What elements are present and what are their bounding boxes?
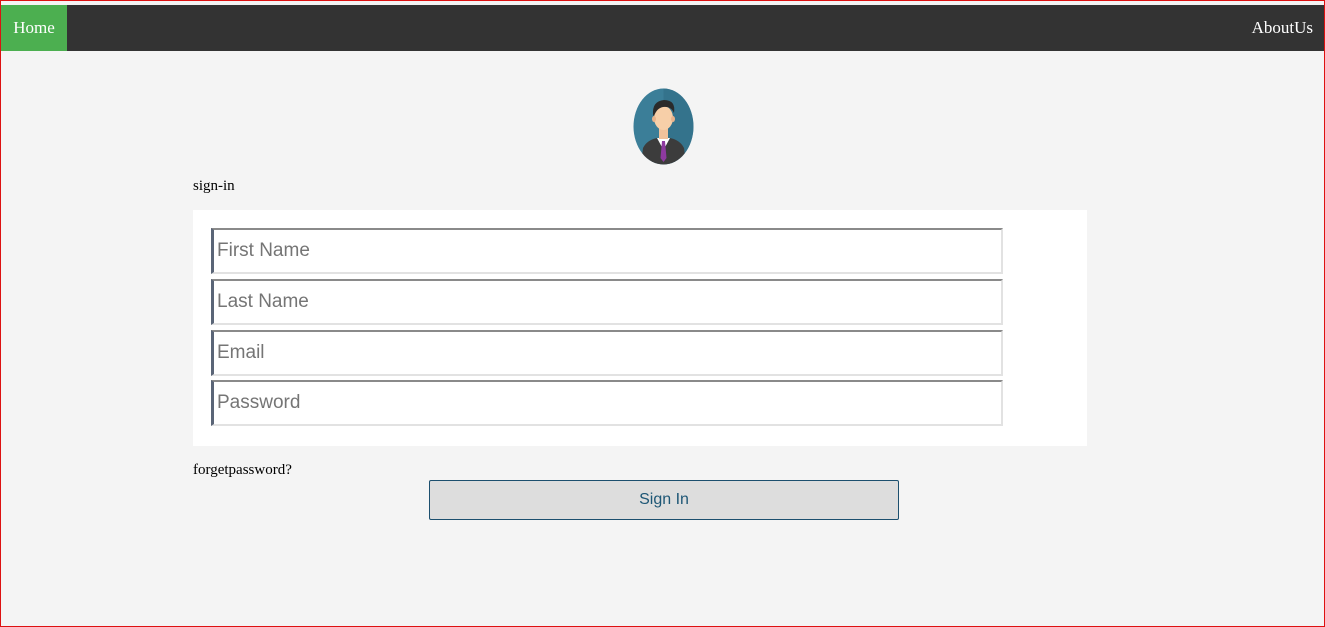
first-name-input[interactable] bbox=[211, 228, 1003, 274]
nav-about-link[interactable]: AboutUs bbox=[1252, 5, 1313, 51]
page-frame: Home AboutUs sign-in First Name Last Nam… bbox=[0, 0, 1325, 627]
signin-form-panel bbox=[193, 210, 1087, 446]
password-input[interactable] bbox=[211, 380, 1003, 426]
forgot-password-link[interactable]: forgetpassword? bbox=[193, 462, 292, 479]
email-input[interactable] bbox=[211, 330, 1003, 376]
nav-home-link[interactable]: Home bbox=[1, 5, 67, 51]
sign-in-button[interactable]: Sign In bbox=[429, 480, 899, 520]
user-avatar-icon bbox=[633, 88, 694, 165]
top-navbar: Home AboutUs bbox=[1, 5, 1324, 51]
form-title: sign-in bbox=[193, 178, 235, 194]
last-name-input[interactable] bbox=[211, 279, 1003, 325]
